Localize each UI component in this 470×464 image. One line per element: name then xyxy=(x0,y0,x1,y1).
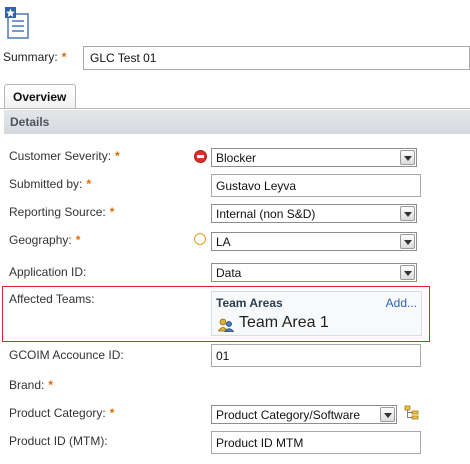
submitted-by-label-text: Submitted by: xyxy=(9,177,83,191)
gcoim-account-id-input[interactable]: 01 xyxy=(211,344,421,367)
application-id-value: Data xyxy=(216,266,242,280)
required-marker: * xyxy=(48,378,54,392)
submitted-by-label: Submitted by: * xyxy=(9,177,91,191)
reporting-source-value: Internal (non S&D) xyxy=(216,207,316,221)
section-header-details: Details xyxy=(4,110,470,134)
customer-severity-value: Blocker xyxy=(216,151,257,165)
brand-label-text: Brand: xyxy=(9,378,45,392)
geography-select[interactable]: LA xyxy=(211,232,417,251)
reporting-source-select[interactable]: Internal (non S&D) xyxy=(211,204,417,223)
summary-label: Summary: * xyxy=(3,50,66,64)
product-id-label: Product ID (MTM): xyxy=(9,434,108,448)
hierarchy-picker-icon[interactable] xyxy=(404,405,419,421)
product-category-value: Product Category/Software xyxy=(216,408,361,422)
team-areas-panel: Team Areas Add... Team Area 1 xyxy=(211,291,422,336)
application-id-select[interactable]: Data xyxy=(211,263,417,282)
application-id-label: Application ID: xyxy=(9,265,87,279)
geography-label-text: Geography: xyxy=(9,233,72,247)
gcoim-account-id-label: GCOIM Accounce ID: xyxy=(9,348,124,362)
product-category-label: Product Category: * xyxy=(9,406,114,420)
summary-label-text: Summary: xyxy=(3,50,58,64)
chevron-down-icon[interactable] xyxy=(400,234,415,249)
required-marker: * xyxy=(109,205,115,219)
geography-value: LA xyxy=(216,235,231,249)
product-category-select[interactable]: Product Category/Software xyxy=(211,405,397,424)
product-category-label-text: Product Category: xyxy=(9,406,106,420)
customer-severity-label-text: Customer Severity: xyxy=(9,149,112,163)
chevron-down-icon[interactable] xyxy=(400,265,415,280)
team-area-item[interactable]: Team Area 1 xyxy=(239,314,329,332)
work-item-icon xyxy=(4,6,30,40)
required-marker: * xyxy=(109,406,115,420)
tab-overview[interactable]: Overview xyxy=(4,84,76,109)
chevron-down-icon[interactable] xyxy=(400,206,415,221)
team-areas-title: Team Areas xyxy=(216,296,283,310)
required-marker: * xyxy=(75,233,81,247)
required-marker: * xyxy=(86,177,92,191)
required-marker: * xyxy=(61,50,67,64)
circle-icon xyxy=(194,233,206,245)
submitted-by-input[interactable]: Gustavo Leyva xyxy=(211,174,421,197)
required-marker: * xyxy=(115,149,120,163)
chevron-down-icon[interactable] xyxy=(380,407,395,422)
brand-label: Brand: * xyxy=(9,378,53,392)
product-id-input[interactable]: Product ID MTM xyxy=(211,431,421,454)
reporting-source-label: Reporting Source: * xyxy=(9,205,114,219)
add-team-area-link[interactable]: Add... xyxy=(386,296,417,310)
customer-severity-select[interactable]: Blocker xyxy=(211,148,417,167)
affected-teams-label: Affected Teams: xyxy=(9,292,95,306)
blocker-icon xyxy=(194,150,207,163)
geography-label: Geography: * xyxy=(9,233,80,247)
team-area-icon xyxy=(217,318,235,332)
customer-severity-label: Customer Severity: * xyxy=(9,149,120,163)
summary-input[interactable] xyxy=(83,46,470,70)
chevron-down-icon[interactable] xyxy=(400,150,415,165)
tab-divider xyxy=(0,108,470,109)
reporting-source-label-text: Reporting Source: xyxy=(9,205,106,219)
